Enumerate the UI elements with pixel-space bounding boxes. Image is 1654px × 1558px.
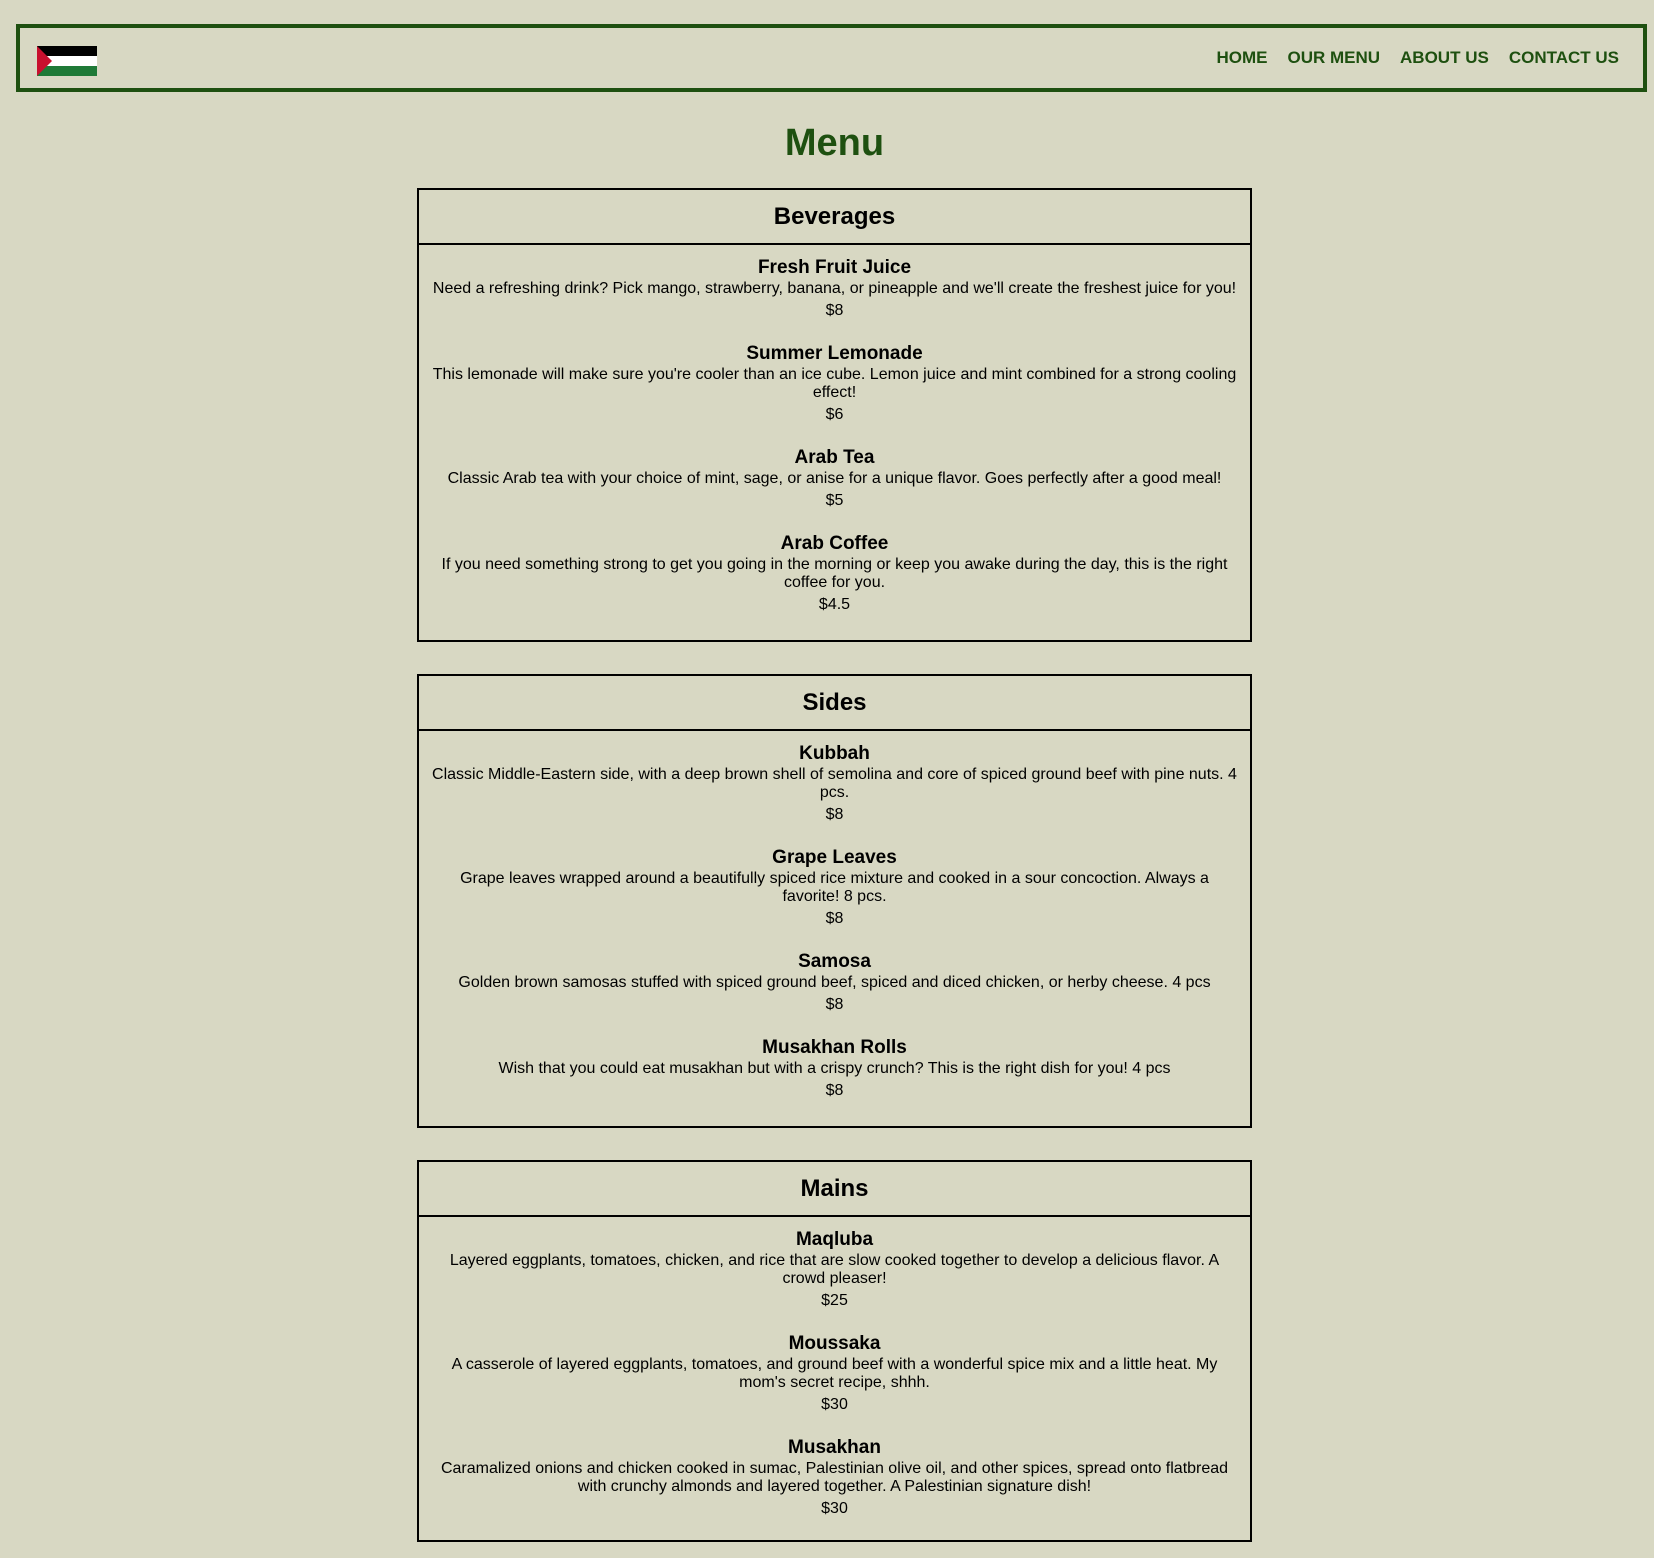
menu-item-price: $8	[825, 806, 844, 823]
nav-our-menu-link[interactable]: OUR MENU	[1287, 48, 1380, 68]
menu-item-price: $6	[825, 406, 844, 423]
menu-item: Arab Tea Classic Arab tea with your choi…	[431, 446, 1238, 510]
menu-item-name: Kubbah	[799, 743, 870, 764]
menu-items-list: Maqluba Layered eggplants, tomatoes, chi…	[419, 1217, 1250, 1518]
menu-item-name: Fresh Fruit Juice	[757, 257, 912, 278]
menu-section-sides: Sides Kubbah Classic Middle-Eastern side…	[417, 674, 1252, 1128]
menu-item-description: Golden brown samosas stuffed with spiced…	[458, 974, 1211, 991]
menu-item: Moussaka A casserole of layered eggplant…	[431, 1332, 1238, 1414]
menu-item-description: Caramalized onions and chicken cooked in…	[440, 1460, 1229, 1495]
menu-item-description: Wish that you could eat musakhan but wit…	[498, 1060, 1171, 1077]
palestine-flag-logo[interactable]	[37, 46, 97, 76]
menu-item: Grape Leaves Grape leaves wrapped around…	[431, 846, 1238, 928]
menu-item-price: $8	[825, 1082, 844, 1099]
menu-item-name: Maqluba	[795, 1229, 874, 1250]
menu-section-beverages: Beverages Fresh Fruit Juice Need a refre…	[417, 188, 1252, 642]
menu-item-price: $8	[825, 910, 844, 927]
menu-item-price: $25	[821, 1292, 848, 1309]
menu-items-list: Kubbah Classic Middle-Eastern side, with…	[419, 731, 1250, 1100]
section-title: Sides	[419, 676, 1250, 731]
menu-item-description: Layered eggplants, tomatoes, chicken, an…	[449, 1252, 1220, 1287]
menu-item-name: Grape Leaves	[772, 847, 897, 868]
section-title: Beverages	[419, 190, 1250, 245]
menu-item-name: Moussaka	[788, 1333, 881, 1354]
menu-item: Musakhan Caramalized onions and chicken …	[431, 1436, 1238, 1518]
menu-items-list: Fresh Fruit Juice Need a refreshing drin…	[419, 245, 1250, 614]
nav-about-us-link[interactable]: ABOUT US	[1400, 48, 1489, 68]
section-title: Mains	[419, 1162, 1250, 1217]
menu-item: Fresh Fruit Juice Need a refreshing drin…	[431, 256, 1238, 320]
menu-item: Samosa Golden brown samosas stuffed with…	[431, 950, 1238, 1014]
menu-item-description: Classic Middle-Eastern side, with a deep…	[432, 766, 1237, 801]
site-header: HOME OUR MENU ABOUT US CONTACT US	[16, 24, 1647, 92]
nav-home-link[interactable]: HOME	[1216, 48, 1267, 68]
menu-item: Musakhan Rolls Wish that you could eat m…	[431, 1036, 1238, 1100]
menu-item-description: This lemonade will make sure you're cool…	[432, 366, 1237, 401]
menu-item-name: Musakhan Rolls	[762, 1037, 907, 1058]
menu-item-name: Arab Tea	[794, 447, 875, 468]
menu-item-price: $8	[825, 996, 844, 1013]
menu-item-description: Classic Arab tea with your choice of min…	[447, 470, 1222, 487]
menu-item-description: Need a refreshing drink? Pick mango, str…	[432, 280, 1237, 297]
menu-item-name: Samosa	[798, 951, 871, 972]
menu-item-price: $5	[825, 492, 844, 509]
menu-item-price: $30	[821, 1500, 848, 1517]
menu-item: Kubbah Classic Middle-Eastern side, with…	[431, 742, 1238, 824]
menu-item-name: Arab Coffee	[780, 533, 889, 554]
menu-item-price: $8	[825, 302, 844, 319]
page-title: Menu	[784, 122, 885, 164]
menu-item-description: A casserole of layered eggplants, tomato…	[451, 1356, 1218, 1391]
nav-contact-us-link[interactable]: CONTACT US	[1509, 48, 1619, 68]
menu-section-mains: Mains Maqluba Layered eggplants, tomatoe…	[417, 1160, 1252, 1542]
menu-item-name: Musakhan	[788, 1437, 881, 1458]
menu-item-description: If you need something strong to get you …	[441, 556, 1228, 591]
menu-item-name: Summer Lemonade	[746, 343, 923, 364]
menu-item: Summer Lemonade This lemonade will make …	[431, 342, 1238, 424]
menu-item: Maqluba Layered eggplants, tomatoes, chi…	[431, 1228, 1238, 1310]
main-nav: HOME OUR MENU ABOUT US CONTACT US	[1216, 28, 1619, 88]
menu-item-price: $30	[821, 1396, 848, 1413]
menu-item: Arab Coffee If you need something strong…	[431, 532, 1238, 614]
menu-item-description: Grape leaves wrapped around a beautifull…	[460, 870, 1209, 905]
menu-item-price: $4.5	[818, 596, 851, 613]
